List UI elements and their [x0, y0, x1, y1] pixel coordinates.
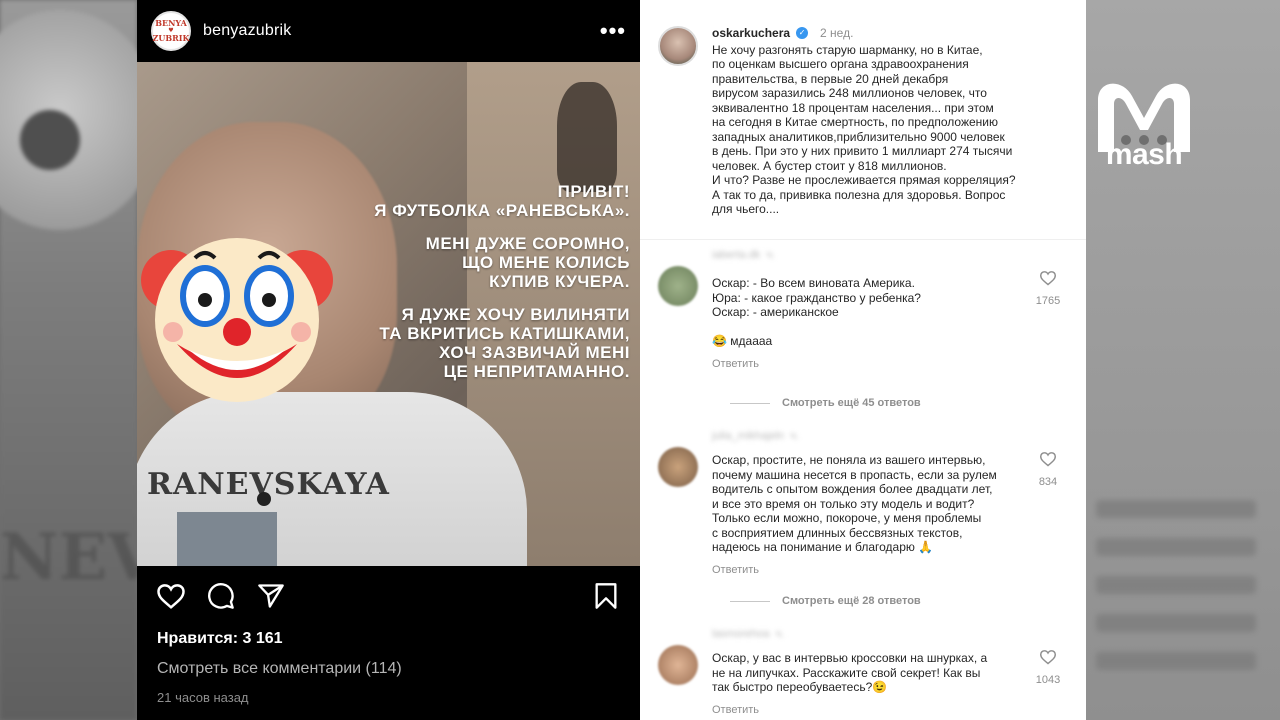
- image-caption-line: Я ДУЖЕ ХОЧУ ВИЛИНЯТИ ТА ВКРИТИСЬ КАТИШКА…: [379, 305, 630, 381]
- view-more-replies[interactable]: Смотреть ещё 28 ответов: [730, 595, 1068, 607]
- comment-thread: julia_mikhajeln ч. Оскар, простите, не п…: [640, 429, 1086, 607]
- comment-avatar[interactable]: [658, 447, 698, 487]
- background-lamp: [557, 82, 617, 192]
- screenshot: NEV mash BENYA ♥ ZUBRIK benyazubrik •••: [0, 0, 1280, 720]
- blurred-text-lines: [1086, 480, 1280, 670]
- comment-age: ч.: [766, 248, 776, 261]
- comment-age: ч.: [775, 627, 785, 640]
- reply-divider: [730, 600, 770, 602]
- blurred-backdrop-left: NEV: [0, 0, 160, 720]
- comment-body: iaberta.dk ч. Оскар: - Во всем виновата …: [712, 248, 1022, 371]
- more-icon[interactable]: •••: [600, 18, 626, 44]
- comment-like[interactable]: 834: [1028, 451, 1068, 488]
- heart-icon[interactable]: [155, 580, 187, 612]
- comment-like-count: 1043: [1035, 674, 1061, 686]
- comments-panel: oskarkuchera ✓ 2 нед. Не хочу разгонять …: [640, 0, 1086, 720]
- comment-text: Оскар, у вас в интервью кроссовки на шну…: [712, 651, 988, 694]
- post-username[interactable]: benyazubrik: [203, 22, 291, 40]
- clown-face-emoji: [141, 238, 333, 402]
- shirt-graphic: [177, 512, 277, 566]
- comment-icon[interactable]: [205, 580, 237, 612]
- comment-avatar[interactable]: [658, 645, 698, 685]
- reply-button[interactable]: Ответить: [712, 703, 1022, 718]
- reply-button[interactable]: Ответить: [712, 563, 1022, 578]
- post-caption: oskarkuchera ✓ 2 нед. Не хочу разгонять …: [640, 0, 1086, 240]
- comment-like-count: 834: [1038, 476, 1058, 488]
- comment-text: Оскар: - Во всем виновата Америка. Юра: …: [712, 276, 921, 348]
- blurred-clown-face: [0, 10, 160, 230]
- post-avatar[interactable]: BENYA ♥ ZUBRIK: [151, 11, 191, 51]
- caption-header: oskarkuchera ✓ 2 нед.: [712, 26, 1016, 41]
- caption-body: oskarkuchera ✓ 2 нед. Не хочу разгонять …: [712, 26, 1016, 239]
- reply-divider: [730, 402, 770, 404]
- comment-username-text: lasmorehoa: [712, 627, 770, 640]
- comment-username[interactable]: iaberta.dk ч.: [712, 248, 832, 262]
- blurred-clown-nose: [20, 110, 80, 170]
- comment-username-text: julia_mikhajeln: [712, 429, 785, 442]
- caption-username[interactable]: oskarkuchera: [712, 26, 790, 41]
- comment-username[interactable]: lasmorehoa ч.: [712, 627, 832, 641]
- comment-age: ч.: [790, 429, 799, 442]
- view-all-comments-link[interactable]: Смотреть все комментарии (114): [137, 660, 640, 678]
- heart-icon[interactable]: [1039, 649, 1057, 665]
- post-header: BENYA ♥ ZUBRIK benyazubrik •••: [137, 0, 640, 62]
- image-caption: ПРИВІТ! Я ФУТБОЛКА «РАНЕВСЬКА». МЕНІ ДУЖ…: [330, 182, 630, 395]
- likes-count[interactable]: Нравится: 3 161: [137, 630, 640, 648]
- comment-like-count: 1765: [1035, 295, 1061, 307]
- comment-like[interactable]: 1765: [1028, 270, 1068, 307]
- heart-icon[interactable]: [1039, 451, 1057, 467]
- bookmark-icon[interactable]: [590, 580, 622, 612]
- comment: lasmorehoa ч. Оскар, у вас в интервью кр…: [658, 627, 1068, 717]
- share-icon[interactable]: [255, 580, 287, 612]
- comment-thread: lasmorehoa ч. Оскар, у вас в интервью кр…: [640, 627, 1086, 717]
- comment-avatar[interactable]: [658, 266, 698, 306]
- comment: iaberta.dk ч. Оскар: - Во всем виновата …: [658, 248, 1068, 371]
- heart-icon[interactable]: [1039, 270, 1057, 286]
- comment-like[interactable]: 1043: [1028, 649, 1068, 686]
- view-more-replies-label: Смотреть ещё 28 ответов: [782, 595, 921, 607]
- avatar-text-bottom: ZUBRIK: [152, 33, 190, 43]
- mash-wordmark: mash: [1105, 138, 1183, 171]
- verified-icon: ✓: [796, 27, 809, 40]
- post-actions: [137, 566, 640, 626]
- comment-body: julia_mikhajeln ч. Оскар, простите, не п…: [712, 429, 1022, 577]
- comment-username-text: iaberta.dk: [712, 248, 761, 261]
- post-timestamp: 21 часов назад: [157, 690, 249, 705]
- caption-avatar[interactable]: [658, 26, 698, 66]
- blurred-shirt-text: NEV: [0, 520, 157, 595]
- caption-age: 2 нед.: [820, 26, 854, 40]
- caption-text: Не хочу разгонять старую шарманку, но в …: [712, 42, 1016, 217]
- post-image[interactable]: RANEVSKAYA ПРИВІТ! Я ФУТБОЛКА «РАНЕВСЬКА…: [137, 62, 640, 566]
- view-more-replies-label: Смотреть ещё 45 ответов: [782, 397, 921, 409]
- comment-thread: iaberta.dk ч. Оскар: - Во всем виновата …: [640, 248, 1086, 409]
- image-caption-line: ПРИВІТ! Я ФУТБОЛКА «РАНЕВСЬКА».: [374, 182, 630, 220]
- view-more-replies[interactable]: Смотреть ещё 45 ответов: [730, 397, 1068, 409]
- comment-text: Оскар, простите, не поняла из вашего инт…: [712, 453, 997, 554]
- comment: julia_mikhajeln ч. Оскар, простите, не п…: [658, 429, 1068, 577]
- instagram-post: BENYA ♥ ZUBRIK benyazubrik ••• RANEVSKAY…: [137, 0, 640, 720]
- reply-button[interactable]: Ответить: [712, 357, 1022, 372]
- comment-username[interactable]: julia_mikhajeln ч.: [712, 429, 832, 443]
- comment-body: lasmorehoa ч. Оскар, у вас в интервью кр…: [712, 627, 1022, 717]
- image-caption-line: МЕНІ ДУЖЕ СОРОМНО, ЩО МЕНЕ КОЛИСЬ КУПИВ …: [425, 234, 630, 291]
- lapel-mic: [257, 492, 271, 506]
